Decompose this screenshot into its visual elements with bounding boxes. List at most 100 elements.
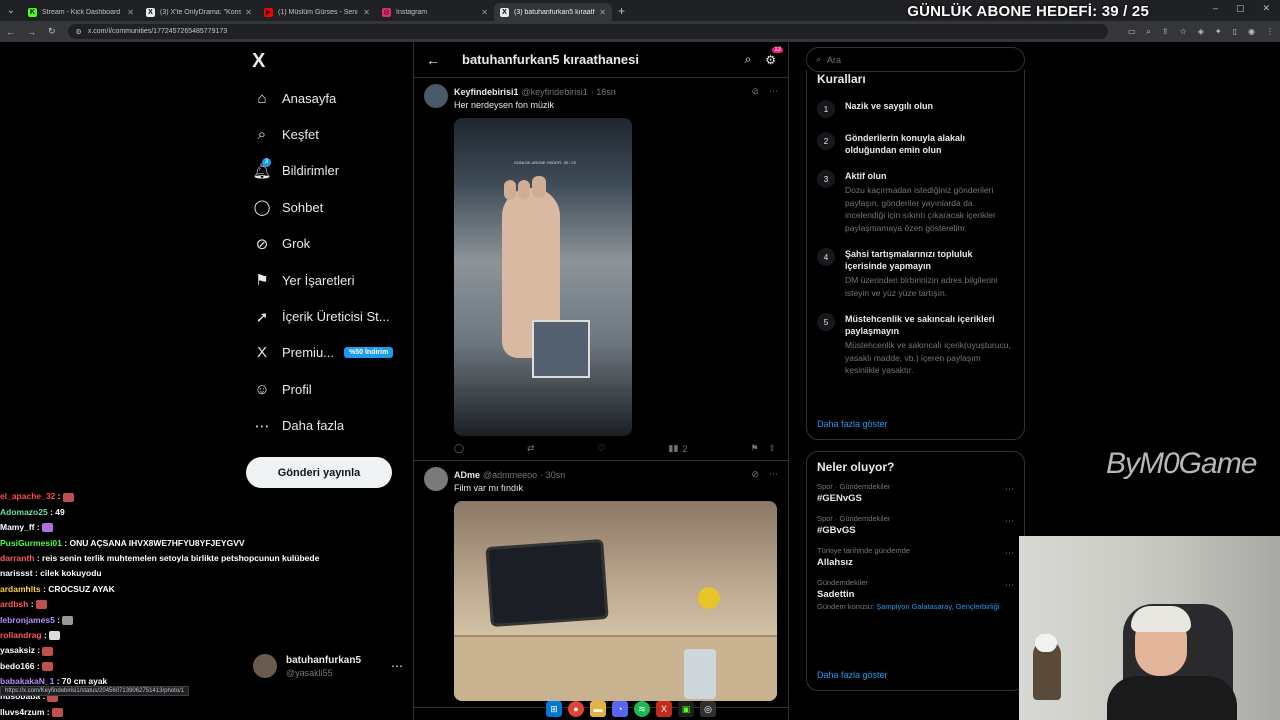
- site-info-icon[interactable]: ⚙: [76, 28, 82, 36]
- trend-item[interactable]: Gündemdekiler Sadettin Gündem konusu: Şamp…: [817, 578, 1014, 612]
- back-arrow-icon[interactable]: ←: [426, 52, 440, 68]
- url-field[interactable]: ⚙ x.com/i/communities/177245726548577917…: [67, 24, 1108, 39]
- kebab-menu-icon[interactable]: ⋮: [1266, 27, 1274, 37]
- trend-item[interactable]: Spor · Gündemdekiler #GBvGS ⋯: [817, 514, 1014, 536]
- tab-close-icon[interactable]: ✕: [363, 8, 370, 17]
- chat-username[interactable]: lluvs4rzum: [0, 707, 44, 717]
- nav-item-search[interactable]: ⌕ Keşfet: [252, 116, 412, 152]
- premium-promo-badge[interactable]: %50 İndirim: [344, 347, 394, 359]
- zoom-icon[interactable]: ⌕: [1146, 27, 1150, 37]
- more-icon[interactable]: ⋯: [769, 469, 778, 480]
- nav-item-rocket[interactable]: ➚ İçerik Üreticisi St...: [252, 298, 412, 334]
- tab-search-icon[interactable]: ⌄: [0, 0, 22, 21]
- tweet-time[interactable]: · 30sn: [540, 470, 565, 480]
- tweet-author-handle[interactable]: @admmeeoo: [483, 470, 537, 480]
- chrome-icon[interactable]: ●: [568, 701, 584, 717]
- like-icon[interactable]: ♡: [598, 443, 606, 454]
- search-input[interactable]: ⌕ Ara: [806, 47, 1025, 72]
- tweet[interactable]: ADme @admmeeoo · 30sn ⊘ ⋯ Film var mı fın…: [414, 461, 788, 708]
- tab-close-icon[interactable]: ✕: [481, 8, 488, 17]
- trend-item[interactable]: Türkiye tarihinde gündemde Allahsız ⋯: [817, 546, 1014, 568]
- trend-link[interactable]: Şampiyon Galatasaray, Gençlerbirliği: [876, 602, 999, 611]
- back-nav-icon[interactable]: ←: [6, 27, 15, 37]
- reply-icon[interactable]: ◯: [454, 443, 464, 454]
- user-avatar-icon[interactable]: ◉: [1248, 27, 1255, 37]
- tab-close-icon[interactable]: ✕: [245, 8, 252, 17]
- chat-username[interactable]: rollandrag: [0, 630, 42, 640]
- rules-show-more-link[interactable]: Daha fazla göster: [817, 419, 888, 429]
- tweet-author-name[interactable]: ADme: [454, 470, 480, 480]
- tweet-time[interactable]: · 16sn: [591, 87, 616, 97]
- tweet-image[interactable]: GÜNLÜK ABONE HEDEFİ: 39 / 25: [454, 118, 632, 436]
- bookmark-star-icon[interactable]: ☆: [1180, 27, 1187, 37]
- tweet[interactable]: Keyfindebirisi1 @keyfindebirisi1 · 16sn …: [414, 78, 788, 461]
- obs-icon[interactable]: ◎: [700, 701, 716, 717]
- new-tab-button[interactable]: +: [618, 4, 625, 18]
- more-icon[interactable]: ⋯: [1005, 548, 1014, 559]
- community-settings-icon[interactable]: ⚙ 12: [765, 46, 783, 67]
- chat-username[interactable]: Adomazo25: [0, 507, 48, 517]
- trends-show-more-link[interactable]: Daha fazla göster: [817, 670, 888, 680]
- chat-username[interactable]: narissst: [0, 568, 33, 578]
- tab-close-icon[interactable]: ✕: [127, 8, 134, 17]
- close-window-icon[interactable]: ✕: [1262, 3, 1270, 14]
- bookmark-icon[interactable]: ⚑: [750, 443, 758, 454]
- chat-username[interactable]: yasaksiz: [0, 645, 35, 655]
- nav-item-x-premium[interactable]: X Premiu... %50 İndirim: [252, 335, 412, 371]
- extension-icon[interactable]: ◈: [1198, 27, 1204, 37]
- minimize-icon[interactable]: –: [1213, 3, 1218, 14]
- chat-username[interactable]: el_apache_32: [0, 491, 55, 501]
- browser-tab[interactable]: ▶ (1) Müslüm Gürses - Seni Yazdı ✕: [258, 3, 376, 21]
- chat-username[interactable]: Mamy_ff: [0, 522, 34, 532]
- nav-item-grok[interactable]: ⊘ Grok: [252, 226, 412, 262]
- nav-item-home[interactable]: ⌂ Anasayfa: [252, 80, 412, 116]
- x-app-icon[interactable]: X: [656, 701, 672, 717]
- browser-tab[interactable]: X (3) batuhanfurkan5 kıraathanes✕: [494, 3, 612, 21]
- more-icon[interactable]: ⋯: [1005, 516, 1014, 527]
- grok-icon[interactable]: ⊘: [751, 86, 759, 97]
- tweet-author-handle[interactable]: @keyfindebirisi1: [522, 87, 588, 97]
- chat-username[interactable]: bedo166: [0, 661, 35, 671]
- browser-tab[interactable]: K Stream - Kick Dashboard ✕: [22, 3, 140, 21]
- nav-item-chat[interactable]: ◯ Sohbet: [252, 189, 412, 225]
- chat-username[interactable]: PusiGurmesi01: [0, 538, 62, 548]
- browser-tab[interactable]: ◎ Instagram ✕: [376, 3, 494, 21]
- folder-icon[interactable]: ▬: [590, 701, 606, 717]
- kick-app-icon[interactable]: ▣: [678, 701, 694, 717]
- more-icon[interactable]: ⋯: [1005, 580, 1014, 591]
- chat-username[interactable]: darranth: [0, 553, 34, 563]
- discord-icon[interactable]: ◔: [612, 701, 628, 717]
- chat-username[interactable]: ardbsh: [0, 599, 28, 609]
- spotify-icon[interactable]: ≋: [634, 701, 650, 717]
- reload-icon[interactable]: ↻: [48, 26, 56, 37]
- browser-tab[interactable]: X (3) X'te OnlyDrama: "Konsol O✕: [140, 3, 258, 21]
- more-icon[interactable]: ⋯: [769, 86, 778, 97]
- trend-item[interactable]: Spor · Gündemdekiler #GENvGS ⋯: [817, 482, 1014, 504]
- share-icon[interactable]: ⇪: [768, 443, 776, 454]
- more-icon[interactable]: ⋯: [1005, 484, 1014, 495]
- windows-start-icon[interactable]: ⊞: [546, 701, 562, 717]
- tweet-avatar[interactable]: [424, 84, 448, 108]
- grok-icon[interactable]: ⊘: [751, 469, 759, 480]
- share-icon[interactable]: ⇪: [1162, 27, 1169, 37]
- x-logo[interactable]: X: [252, 50, 265, 73]
- views-icon[interactable]: ▮▮ 2: [669, 443, 688, 454]
- nav-item-bookmark[interactable]: ⚑ Yer İşaretleri: [252, 262, 412, 298]
- forward-nav-icon[interactable]: →: [27, 27, 36, 37]
- nav-item-more[interactable]: ⋯ Daha fazla: [252, 408, 412, 444]
- sidebar-icon[interactable]: ▯: [1233, 27, 1237, 37]
- maximize-icon[interactable]: ▢: [1236, 3, 1245, 14]
- tweet-avatar[interactable]: [424, 467, 448, 491]
- retweet-icon[interactable]: ⇄: [527, 443, 535, 454]
- chat-username[interactable]: lebronjames5: [0, 615, 55, 625]
- nav-item-bell[interactable]: 🔔︎ Bildirimler 3: [252, 153, 412, 189]
- tweet-image[interactable]: [454, 501, 777, 701]
- cast-icon[interactable]: ▭: [1128, 27, 1136, 37]
- tab-close-icon[interactable]: ✕: [599, 8, 606, 17]
- tweet-author-name[interactable]: Keyfindebirisi1: [454, 87, 519, 97]
- chat-username[interactable]: babakakaN_1: [0, 676, 54, 686]
- puzzle-icon[interactable]: ✦: [1215, 27, 1222, 37]
- chat-username[interactable]: ardamhlts: [0, 584, 41, 594]
- search-icon[interactable]: ⌕: [745, 52, 752, 67]
- nav-item-profile[interactable]: ☺ Profil: [252, 371, 412, 407]
